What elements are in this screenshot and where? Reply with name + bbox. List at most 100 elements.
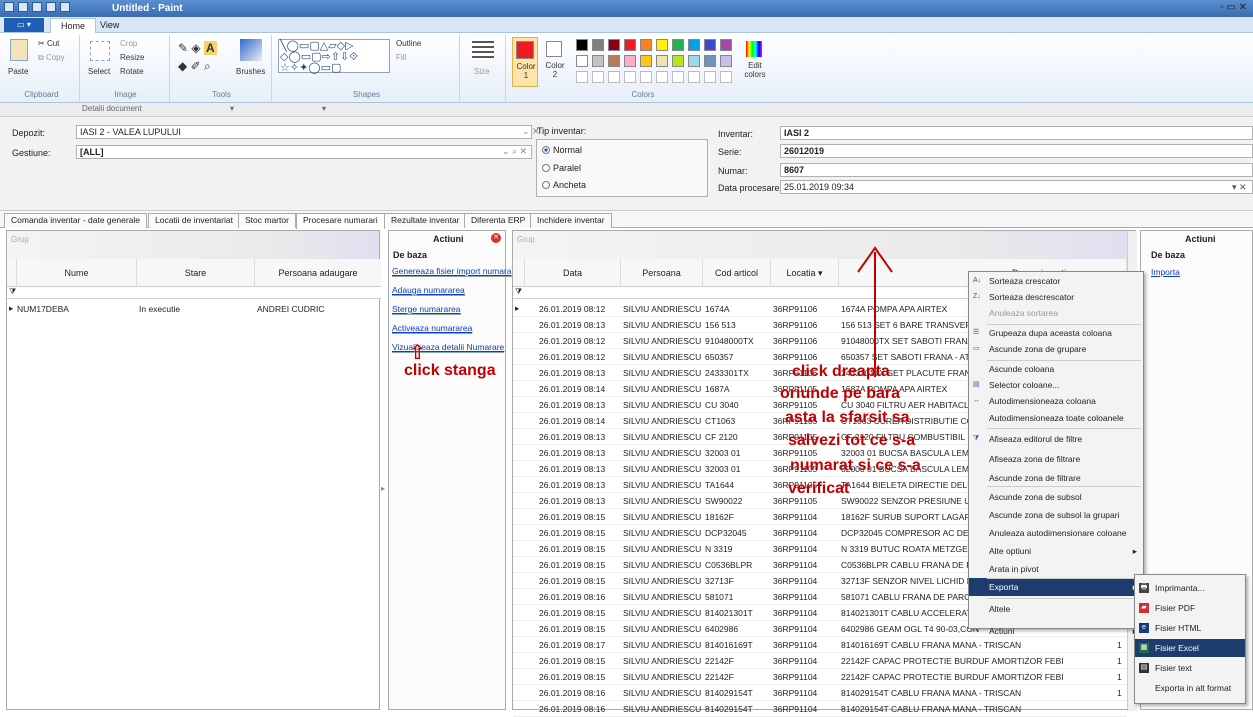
quick-access-toolbar[interactable] (4, 2, 74, 15)
cell-cod-articol[interactable]: C0536BLPR (705, 560, 752, 570)
cell-denumire[interactable]: DCP32045 COMPRESOR AC DENSO (841, 528, 987, 538)
custom-color-swatch[interactable] (704, 71, 716, 83)
outline-button[interactable]: Outline (396, 39, 421, 48)
depozit-field[interactable]: IASI 2 - VALEA LUPULUI (76, 125, 532, 139)
cell-denumire[interactable]: C0536BLPR CABLU FRANA DE PAR (841, 560, 983, 570)
cell-persoana[interactable]: SILVIU ANDRIESCU (623, 528, 701, 538)
table-row[interactable]: 26.01.2019 08:16 SILVIU ANDRIESCU 81402915… (513, 685, 1127, 701)
dropdown-icon[interactable]: ▾ (322, 104, 326, 113)
cell-data[interactable]: 26.01.2019 08:15 (539, 560, 605, 570)
cell-denumire[interactable]: N 3319 BUTUC ROATA METZGER (841, 544, 974, 554)
custom-color-swatch[interactable] (640, 71, 652, 83)
tab-comanda-inventar[interactable]: Comanda inventar - date generale (4, 213, 147, 228)
cell-persoana[interactable]: SILVIU ANDRIESCU (623, 448, 701, 458)
color-swatch[interactable] (720, 55, 732, 67)
cell-denumire[interactable]: 6402986 GEAM OGL T4 90-03,CON (841, 624, 979, 634)
custom-color-swatch[interactable] (688, 71, 700, 83)
cell-persoana[interactable]: SILVIU ANDRIESCU (623, 368, 701, 378)
cell-data[interactable]: 26.01.2019 08:13 (539, 464, 605, 474)
cell-denumire[interactable]: 18162F SURUB SUPORT LAGAR-AR (841, 512, 985, 522)
date-dropdown-icon[interactable]: ▾ ✕ (1232, 182, 1247, 193)
resize-button[interactable]: Resize (120, 53, 144, 62)
brushes-button[interactable]: Brushes (236, 67, 265, 76)
cell-nume[interactable]: NUM17DEBA (17, 304, 69, 314)
tab-diferenta-erp[interactable]: Diferenta ERP (464, 213, 533, 228)
cell-data[interactable]: 26.01.2019 08:17 (539, 640, 605, 650)
link-importa[interactable]: Importa (1151, 267, 1180, 277)
gestiune-field[interactable]: [ALL] (76, 145, 532, 159)
cell-data[interactable]: 26.01.2019 08:12 (539, 304, 605, 314)
group-area[interactable]: Grup (513, 231, 1135, 259)
color-swatch[interactable] (624, 39, 636, 51)
cell-locatia[interactable]: 36RP91104 (773, 560, 817, 570)
cell-persoana[interactable]: SILVIU ANDRIESCU (623, 336, 701, 346)
color-swatch[interactable] (576, 39, 588, 51)
menu-item-exporta[interactable]: Exporta▸ (969, 578, 1143, 596)
link-genereaza-fisier[interactable]: Genereaza fisier import numara (392, 266, 512, 277)
select-icon[interactable] (90, 41, 110, 61)
cell-locatia[interactable]: 36RP91104 (773, 544, 817, 554)
cell-locatia[interactable]: 36RP91104 (773, 512, 817, 522)
cell-cod-articol[interactable]: 814029154T (705, 688, 753, 698)
cell-locatia[interactable]: 36RP91104 (773, 576, 817, 586)
cell-cod-articol[interactable]: 650357 (705, 352, 733, 362)
cell-cod-articol[interactable]: 32713F (705, 576, 734, 586)
cell-cantitate[interactable]: 1 (1117, 672, 1122, 682)
cell-persoana[interactable]: SILVIU ANDRIESCU (623, 688, 701, 698)
cell-persoana[interactable]: SILVIU ANDRIESCU (623, 640, 701, 650)
cell-cod-articol[interactable]: CF 2120 (705, 432, 738, 442)
col-data[interactable]: Data (525, 259, 621, 287)
color-swatch[interactable] (656, 55, 668, 67)
cell-persoana[interactable]: SILVIU ANDRIESCU (623, 576, 701, 586)
cell-data[interactable]: 26.01.2019 08:14 (539, 384, 605, 394)
cell-cod-articol[interactable]: TA1644 (705, 480, 734, 490)
cell-persoana[interactable]: SILVIU ANDRIESCU (623, 672, 701, 682)
custom-color-swatch[interactable] (672, 71, 684, 83)
cell-data[interactable]: 26.01.2019 08:15 (539, 576, 605, 586)
col-stare[interactable]: Stare (137, 259, 255, 287)
cell-persoana[interactable]: SILVIU ANDRIESCU (623, 464, 701, 474)
pencil-icon[interactable]: ✎ ◈ A (178, 41, 217, 55)
paste-icon[interactable] (10, 39, 28, 61)
color-swatch[interactable] (688, 55, 700, 67)
cell-locatia[interactable]: 36RP91104 (773, 672, 817, 682)
cell-cod-articol[interactable]: 2433301TX (705, 368, 749, 378)
cell-denumire[interactable]: 814021301T CABLU ACCELERATIE (841, 608, 980, 618)
color-swatch[interactable] (672, 55, 684, 67)
table-row[interactable]: 26.01.2019 08:16 SILVIU ANDRIESCU 81402915… (513, 701, 1127, 717)
cell-locatia[interactable]: 36RP91106 (773, 320, 817, 330)
splitter-handle[interactable]: ▸ (381, 484, 385, 493)
cell-locatia[interactable]: 36RP91106 (773, 336, 817, 346)
submenu-item-exporta-in-alt-format[interactable]: Exporta in alt format (1135, 679, 1245, 697)
window-controls[interactable]: ▫ ▭ ✕ (1220, 2, 1247, 13)
tab-locatii[interactable]: Locatii de inventariat (148, 213, 240, 228)
cell-persoana[interactable]: SILVIU ANDRIESCU (623, 320, 701, 330)
color-swatch[interactable] (720, 39, 732, 51)
data-procesare-field[interactable]: 25.01.2019 09:34 (780, 180, 1253, 194)
menu-item-autodimensioneaza-toate-coloanele[interactable]: Autodimensioneaza toate coloanele (969, 409, 1143, 427)
color-swatch[interactable] (592, 55, 604, 67)
menu-item-ascunde-zona-de-subsol-la-grupari[interactable]: Ascunde zona de subsol la grupari (969, 506, 1143, 524)
tab-view[interactable]: View (90, 18, 129, 33)
cell-cod-articol[interactable]: 6402986 (705, 624, 738, 634)
col-persoana[interactable]: Persoana (621, 259, 703, 287)
menu-item-alte-optiuni[interactable]: Alte optiuni ▸ (969, 542, 1143, 560)
cell-persoana[interactable]: SILVIU ANDRIESCU (623, 480, 701, 490)
cell-denumire[interactable]: 814029154T CABLU FRANA MANA - TRISCAN (841, 688, 1021, 698)
submenu-item-fisier-html[interactable]: e Fisier HTML (1135, 619, 1245, 637)
menu-item-afiseaza-editorul-de-filtre[interactable]: ⧩ Afiseaza editorul de filtre (969, 430, 1143, 448)
numar-field[interactable]: 8607 (780, 163, 1253, 177)
cell-denumire[interactable]: 22142F CAPAC PROTECTIE BURDUF AMORTIZOR … (841, 656, 1064, 666)
col-locatia[interactable]: Locatia ▾ (771, 259, 839, 287)
cell-persoana[interactable]: SILVIU ANDRIESCU (623, 592, 701, 602)
link-adauga-numararea[interactable]: Adauga numararea (392, 285, 465, 296)
col-nume[interactable]: Nume (17, 259, 137, 287)
cell-locatia[interactable]: 36RP91104 (773, 592, 817, 602)
submenu-item-fisier-pdf[interactable]: ▰ Fisier PDF (1135, 599, 1245, 617)
cell-data[interactable]: 26.01.2019 08:15 (539, 624, 605, 634)
color-swatch[interactable] (608, 39, 620, 51)
color-swatch[interactable] (640, 39, 652, 51)
cell-cantitate[interactable]: 1 (1117, 688, 1122, 698)
menu-item-autodimensioneaza-coloana[interactable]: ↔ Autodimensioneaza coloana (969, 392, 1143, 410)
menu-item-actiuni[interactable]: Actiuni▸ (969, 622, 1143, 640)
